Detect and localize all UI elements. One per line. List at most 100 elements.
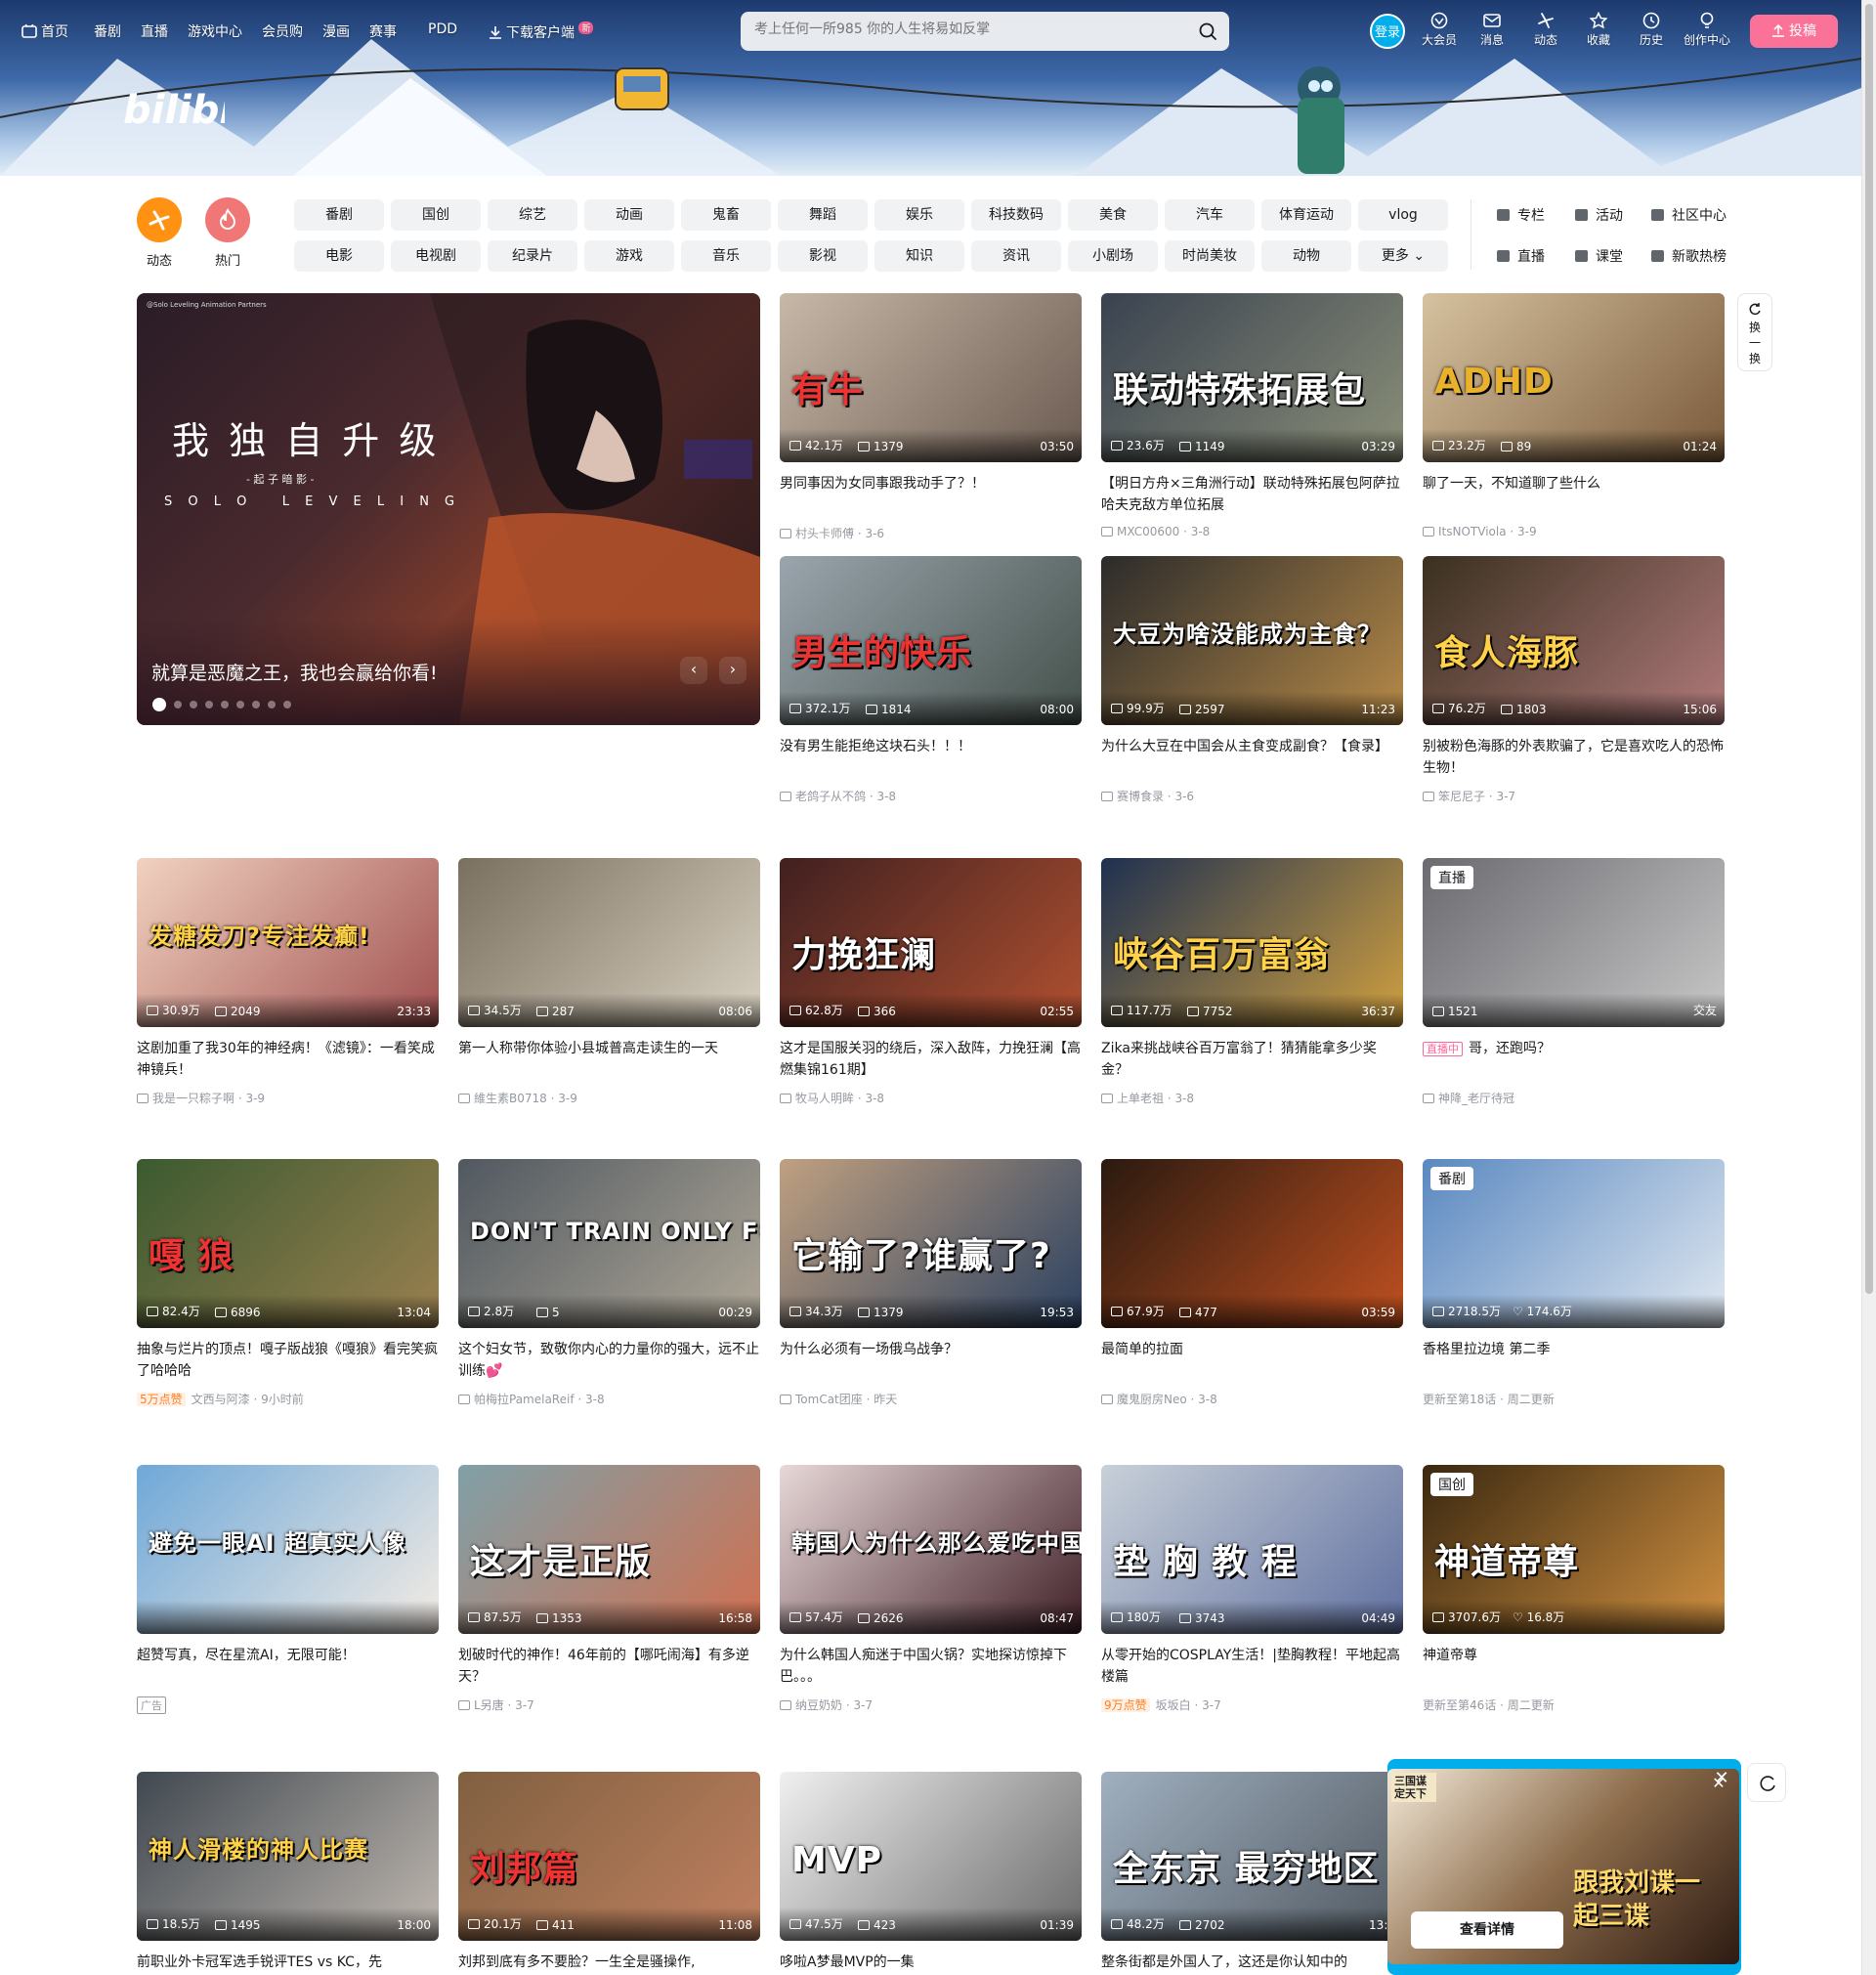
video-card[interactable]: 发糖发刀?专注发癫! 30.9万 2049 23:33 这剧加重了我30年的神经病！《滤… <box>137 858 439 1106</box>
video-thumbnail[interactable]: 垫 胸 教 程 180万 3743 04:49 <box>1101 1465 1403 1634</box>
video-title[interactable]: Zika来挑战峡谷百万富翁了！猜猜能拿多少奖金？ <box>1101 1038 1403 1081</box>
channel-tag[interactable]: 纪录片 <box>488 240 577 272</box>
channel-tag[interactable]: 游戏 <box>584 240 674 272</box>
video-title[interactable]: 为什么韩国人痴迷于中国火锅？实地探访惊掉下巴。。。 <box>780 1645 1082 1688</box>
channel-tag[interactable]: 综艺 <box>488 199 577 231</box>
nav-creator-center[interactable]: 创作中心 <box>1683 12 1731 48</box>
video-title[interactable]: 超赞写真，尽在星流AI，无限可能！ <box>137 1645 439 1688</box>
channel-tag[interactable]: 番剧 <box>294 199 384 231</box>
uploader-name[interactable]: 笨尼尼子 <box>1438 790 1485 803</box>
video-card[interactable]: 大豆为啥没能成为主食？ 99.9万 2597 11:23 为什么大豆在中国会从主食变成副… <box>1101 556 1403 804</box>
video-card[interactable]: 刘邦篇 20.1万 411 11:08 刘邦到底有多不要脸？一生全是骚操作, <box>458 1772 760 1975</box>
nav-vip[interactable]: 大会员 <box>1418 12 1461 48</box>
link-new-songs[interactable]: 新歌热榜 <box>1651 246 1727 266</box>
video-title[interactable]: 别被粉色海豚的外表欺骗了，它是喜欢吃人的恐怖生物！ <box>1423 736 1725 779</box>
carousel-dot[interactable] <box>190 701 197 708</box>
video-card[interactable]: 神道帝尊 国创 3707.6万 ♡ 16.8万 神道帝尊 更新至第46话 · 周二更新 <box>1423 1465 1725 1713</box>
video-thumbnail[interactable]: 刘邦篇 20.1万 411 11:08 <box>458 1772 760 1941</box>
video-title[interactable]: 从零开始的COSPLAY生活！|垫胸教程！平地起高楼篇 <box>1101 1645 1403 1688</box>
carousel-dot[interactable] <box>268 701 276 708</box>
upload-button[interactable]: 投稿 <box>1750 15 1838 48</box>
ad-view-details-button[interactable]: 查看详情 <box>1411 1911 1563 1949</box>
video-thumbnail[interactable]: DON'T TRAIN ONLY FOR A NUMBER 2.8万 5 00:29 <box>458 1159 760 1328</box>
carousel-dot[interactable] <box>174 701 182 708</box>
video-title[interactable]: 聊了一天，不知道聊了些什么 <box>1423 473 1725 516</box>
nav-link-bangumi[interactable]: 番剧 <box>94 21 121 41</box>
video-card[interactable]: 垫 胸 教 程 180万 3743 04:49 从零开始的COSPLAY生活！|垫胸教程… <box>1101 1465 1403 1713</box>
nav-link-esports[interactable]: 赛事 <box>369 21 397 41</box>
video-thumbnail[interactable]: 有牛 42.1万 1379 03:50 <box>780 293 1082 462</box>
video-card[interactable]: 番剧 2718.5万 ♡ 174.6万 香格里拉边境 第二季 更新至第18话 · 周二更… <box>1423 1159 1725 1407</box>
uploader-name[interactable]: 老鸽子从不鸽 <box>795 790 866 803</box>
video-thumbnail[interactable]: 避免一眼AI 超真实人像 <box>137 1465 439 1634</box>
video-thumbnail[interactable]: 全东京 最穷地区 48.2万 2702 13:2 <box>1101 1772 1403 1941</box>
video-thumbnail[interactable]: 它输了?谁赢了? 34.3万 1379 19:53 <box>780 1159 1082 1328</box>
video-thumbnail[interactable]: 力挽狂澜 62.8万 366 02:55 <box>780 858 1082 1027</box>
video-title[interactable]: 整条街都是外国人了，这还是你认知中的 <box>1101 1952 1403 1975</box>
video-thumbnail[interactable]: 直播 1521 交友 <box>1423 858 1725 1027</box>
video-card[interactable]: 它输了?谁赢了? 34.3万 1379 19:53 为什么必须有一场俄乌战争？ TomCa… <box>780 1159 1082 1407</box>
nav-history[interactable]: 历史 <box>1630 12 1673 48</box>
bilibili-logo[interactable]: bilibili <box>123 86 261 137</box>
video-card[interactable]: 韩国人为什么那么爱吃中国火锅 57.4万 2626 08:47 为什么韩国人痴迷于中国火… <box>780 1465 1082 1713</box>
video-title[interactable]: 这剧加重了我30年的神经病！《滤镜》：一看笑成神镜兵！ <box>137 1038 439 1081</box>
video-title[interactable]: 这才是国服关羽的绕后，深入敌阵，力挽狂澜【高燃集锦161期】 <box>780 1038 1082 1081</box>
channel-tag[interactable]: 舞蹈 <box>778 199 868 231</box>
video-thumbnail[interactable]: 联动特殊拓展包 23.6万 1149 03:29 <box>1101 293 1403 462</box>
video-card[interactable]: 联动特殊拓展包 23.6万 1149 03:29 【明日方舟×三角洲行动】联动特殊拓展包… <box>1101 293 1403 538</box>
video-card[interactable]: 食人海豚 76.2万 1803 15:06 别被粉色海豚的外表欺骗了，它是喜欢吃人的恐怖… <box>1423 556 1725 804</box>
channel-tag[interactable]: 鬼畜 <box>681 199 771 231</box>
uploader-name[interactable]: 魔鬼厨房Neo <box>1117 1393 1187 1406</box>
video-title[interactable]: 神道帝尊 <box>1423 1645 1725 1688</box>
channel-tag[interactable]: 体育运动 <box>1261 199 1351 231</box>
channel-tag[interactable]: 小剧场 <box>1068 240 1158 272</box>
uploader-name[interactable]: 牧马人明眸 <box>795 1092 854 1105</box>
link-course[interactable]: 课堂 <box>1575 246 1623 266</box>
video-card[interactable]: 有牛 42.1万 1379 03:50 男同事因为女同事跟我动手了？！ 村头卡师傅 · 3… <box>780 293 1082 541</box>
carousel-dot[interactable] <box>152 698 166 711</box>
video-card[interactable]: 避免一眼AI 超真实人像 超赞写真，尽在星流AI，无限可能！ 广告 <box>137 1465 439 1714</box>
link-live[interactable]: 直播 <box>1497 246 1545 266</box>
video-card[interactable]: ADHD 23.2万 89 01:24 聊了一天，不知道聊了些什么 ItsNOTViola… <box>1423 293 1725 538</box>
uploader-name[interactable]: MXC00600 <box>1117 525 1179 538</box>
uploader-name[interactable]: 文西与阿漆 <box>192 1393 250 1406</box>
channel-tag[interactable]: 电视剧 <box>391 240 481 272</box>
video-thumbnail[interactable]: 番剧 2718.5万 ♡ 174.6万 <box>1423 1159 1725 1328</box>
link-column[interactable]: 专栏 <box>1497 205 1545 225</box>
channel-tag[interactable]: vlog <box>1358 199 1448 231</box>
uploader-name[interactable]: 坂坂白 <box>1156 1698 1191 1712</box>
video-thumbnail[interactable]: 34.5万 287 08:06 <box>458 858 760 1027</box>
login-avatar-button[interactable]: 登录 <box>1370 14 1405 49</box>
video-card[interactable]: 力挽狂澜 62.8万 366 02:55 这才是国服关羽的绕后，深入敌阵，力挽狂澜【高燃… <box>780 858 1082 1106</box>
channel-tag[interactable]: 音乐 <box>681 240 771 272</box>
carousel-dot[interactable] <box>205 701 213 708</box>
carousel-dot[interactable] <box>236 701 244 708</box>
channel-tag[interactable]: 影视 <box>778 240 868 272</box>
hero-carousel[interactable]: @Solo Leveling Animation Partners 我 独 自 … <box>137 293 760 725</box>
channel-tag[interactable]: 时尚美妆 <box>1165 240 1255 272</box>
uploader-name[interactable]: 維生素B0718 <box>474 1092 547 1105</box>
uploader-name[interactable]: 纳豆奶奶 <box>795 1698 842 1712</box>
video-thumbnail[interactable]: 韩国人为什么那么爱吃中国火锅 57.4万 2626 08:47 <box>780 1465 1082 1634</box>
nav-favorites[interactable]: 收藏 <box>1577 12 1620 48</box>
nav-messages[interactable]: 消息 <box>1471 12 1514 48</box>
channel-tag[interactable]: 电影 <box>294 240 384 272</box>
video-card[interactable]: MVP 47.5万 423 01:39 哆啦A梦最MVP的一集 <box>780 1772 1082 1975</box>
video-title[interactable]: 前职业外卡冠军选手锐评TES vs KC，先 <box>137 1952 439 1975</box>
nav-home[interactable]: 首页 <box>21 21 68 41</box>
page-scrollbar[interactable] <box>1861 0 1876 1975</box>
video-thumbnail[interactable]: 这才是正版 87.5万 1353 16:58 <box>458 1465 760 1634</box>
video-card[interactable]: 峡谷百万富翁 117.7万 7752 36:37 Zika来挑战峡谷百万富翁了！猜猜能拿… <box>1101 858 1403 1106</box>
channel-more-button[interactable]: 更多 ⌄ <box>1358 240 1448 272</box>
video-card[interactable]: 嘎 狼 82.4万 6896 13:04 抽象与烂片的顶点！嘎子版战狼《嘎狼》看完笑疯了… <box>137 1159 439 1407</box>
video-title[interactable]: 第一人称带你体验小县城普高走读生的一天 <box>458 1038 760 1081</box>
video-title[interactable]: 直播中 哥，还跑吗？ <box>1423 1038 1725 1081</box>
uploader-name[interactable]: 村头卡师傅 <box>795 527 854 540</box>
uploader-name[interactable]: 赛博食录 <box>1117 790 1164 803</box>
video-card[interactable]: 这才是正版 87.5万 1353 16:58 划破时代的神作！46年前的【哪吒闹海】有多… <box>458 1465 760 1713</box>
nav-link-live[interactable]: 直播 <box>141 21 168 41</box>
video-title[interactable]: 男同事因为女同事跟我动手了？！ <box>780 473 1082 516</box>
video-card[interactable]: 男生的快乐 372.1万 1814 08:00 没有男生能拒绝这块石头！！！ 老鸽子从不鸽… <box>780 556 1082 804</box>
search-input[interactable] <box>754 21 1174 37</box>
floating-ad[interactable]: 三国谋定天下 跟我刘谍一起三谍 查看详情 ✕ ✕ <box>1387 1759 1741 1975</box>
